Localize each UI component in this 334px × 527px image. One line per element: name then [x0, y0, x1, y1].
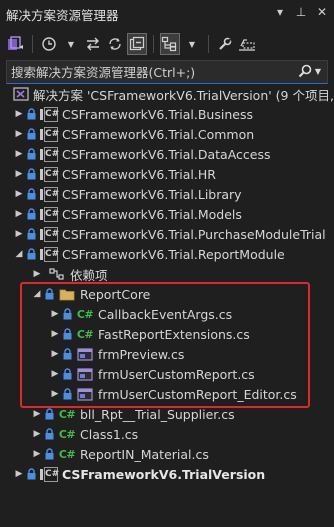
project-label: CSFrameworkV6.Trial.Models	[62, 206, 242, 222]
solution-label: 解决方案 'CSFrameworkV6.TrialVersion' (9 个项目…	[33, 87, 334, 103]
csharp-project-icon: C#	[40, 106, 59, 122]
pending-changes-filter-button[interactable]	[39, 33, 59, 55]
file-label: ReportIN_Material.cs	[80, 446, 209, 462]
tree-project-item[interactable]: ▶ C# CSFrameworkV6.Trial.HR	[0, 164, 334, 184]
chevron-right-icon[interactable]: ▶	[14, 104, 24, 124]
close-icon[interactable]: ✕	[316, 4, 328, 20]
window-title: 解决方案资源管理器	[6, 8, 119, 23]
chevron-right-icon[interactable]: ▶	[32, 424, 42, 444]
lock-icon	[27, 208, 36, 220]
project-label: CSFrameworkV6.Trial.HR	[62, 166, 216, 182]
search-input[interactable]	[11, 63, 281, 81]
toolbar-separator	[32, 35, 33, 53]
project-label: CSFrameworkV6.Trial.Business	[62, 106, 253, 122]
toolbar: ▼ ▼	[0, 29, 334, 59]
refresh-icon	[109, 38, 121, 50]
preview-selected-items-button[interactable]	[237, 33, 257, 55]
tree-project-item[interactable]: ▶ C# CSFrameworkV6.Trial.Library	[0, 184, 334, 204]
file-label: Class1.cs	[80, 426, 139, 442]
dependencies-label: 依赖项	[70, 267, 108, 283]
file-label: bll_Rpt__Trial_Supplier.cs	[80, 406, 235, 422]
lock-icon	[27, 248, 36, 260]
properties-button[interactable]	[215, 33, 235, 55]
csharp-file-icon: C#	[58, 407, 76, 421]
tree-project-item[interactable]: ▶ C# CSFrameworkV6.Trial.Business	[0, 104, 334, 124]
csharp-project-icon: C#	[40, 126, 59, 142]
tree-project-item[interactable]: ▶ C# CSFrameworkV6.Trial.PurchaseModuleT…	[0, 224, 334, 244]
tree-dependencies[interactable]: ▶ 依赖项	[0, 264, 334, 284]
project-label: CSFrameworkV6.Trial.PurchaseModuleTrial	[62, 226, 326, 242]
search-icon	[298, 64, 312, 78]
tree-solution-root[interactable]: 解决方案 'CSFrameworkV6.TrialVersion' (9 个项目…	[0, 84, 334, 104]
preview-pane-icon	[239, 39, 255, 51]
lock-icon	[27, 168, 36, 180]
show-all-files-button[interactable]	[160, 33, 180, 55]
lock-icon	[27, 148, 36, 160]
history-clock-icon	[42, 37, 56, 51]
chevron-right-icon[interactable]: ▶	[14, 124, 24, 144]
switch-views-button[interactable]	[6, 33, 26, 55]
lock-icon	[27, 228, 36, 240]
tree-project-item[interactable]: ▶ C# CSFrameworkV6.Trial.Models	[0, 204, 334, 224]
lock-icon	[45, 428, 54, 440]
lock-icon	[27, 108, 36, 120]
chevron-right-icon[interactable]: ▶	[14, 164, 24, 184]
lock-icon	[27, 468, 36, 480]
chevron-down-icon: ▼	[314, 66, 321, 76]
search-box[interactable]: ▼	[6, 60, 328, 84]
csharp-project-icon: C#	[40, 246, 59, 262]
collapse-all-icon	[129, 36, 145, 51]
csharp-project-icon: C#	[40, 166, 59, 182]
lock-icon	[45, 448, 54, 460]
chevron-down-icon[interactable]: ◢	[14, 244, 24, 264]
tree-file-item[interactable]: ▶ C# Class1.cs	[0, 424, 334, 444]
chevron-right-icon[interactable]: ▶	[14, 144, 24, 164]
pin-icon[interactable]: ⊥	[295, 4, 307, 20]
lock-icon	[27, 128, 36, 140]
project-label: CSFrameworkV6.Trial.Common	[62, 126, 255, 142]
chevron-right-icon[interactable]: ▶	[14, 204, 24, 224]
tree-file-item[interactable]: ▶ C# ReportIN_Material.cs	[0, 444, 334, 464]
tree-project-item[interactable]: ▶ C# CSFrameworkV6.Trial.DataAccess	[0, 144, 334, 164]
highlight-box	[20, 282, 310, 408]
solution-icon	[13, 86, 29, 102]
project-label: CSFrameworkV6.Trial.ReportModule	[62, 246, 285, 262]
dropdown-icon[interactable]: ▾	[274, 4, 286, 20]
lock-icon	[27, 188, 36, 200]
toolbar-separator	[153, 35, 154, 53]
chevron-right-icon[interactable]: ▶	[14, 464, 24, 484]
title-bar: 解决方案资源管理器 ▾ ⊥ ✕	[0, 0, 334, 27]
project-label: CSFrameworkV6.Trial.DataAccess	[62, 146, 271, 162]
chevron-right-icon[interactable]: ▶	[14, 224, 24, 244]
title-controls: ▾ ⊥ ✕	[274, 4, 328, 20]
csharp-file-icon: C#	[58, 447, 76, 461]
csharp-project-icon: C#	[40, 146, 59, 162]
toolbar-separator	[208, 35, 209, 53]
show-all-files-icon	[161, 36, 177, 52]
tree-project-item[interactable]: ▶ C# CSFrameworkV6.Trial.Common	[0, 124, 334, 144]
view-dropdown-arrow[interactable]: ▼	[182, 33, 202, 55]
csharp-project-icon: C#	[40, 466, 59, 482]
tree-project-startup[interactable]: ▶ C# CSFrameworkV6.TrialVersion	[0, 464, 334, 484]
collapse-all-button[interactable]	[127, 33, 147, 55]
chevron-right-icon[interactable]: ▶	[32, 264, 42, 284]
chevron-right-icon[interactable]: ▶	[32, 444, 42, 464]
wrench-icon	[219, 37, 232, 50]
dependencies-icon	[48, 266, 66, 282]
project-label: CSFrameworkV6.TrialVersion	[62, 466, 266, 482]
project-label: CSFrameworkV6.Trial.Library	[62, 186, 242, 202]
tree-project-report-module[interactable]: ◢ C# CSFrameworkV6.Trial.ReportModule	[0, 244, 334, 264]
csharp-project-icon: C#	[40, 226, 59, 242]
search-options-button[interactable]: ▼	[298, 64, 321, 78]
csharp-project-icon: C#	[40, 206, 59, 222]
sync-arrows-icon	[87, 37, 99, 51]
refresh-button[interactable]	[105, 33, 125, 55]
sync-with-document-button[interactable]	[83, 33, 103, 55]
chevron-right-icon[interactable]: ▶	[14, 184, 24, 204]
csharp-file-icon: C#	[58, 427, 76, 441]
filter-dropdown-arrow[interactable]: ▼	[61, 33, 81, 55]
csharp-project-icon: C#	[40, 186, 59, 202]
switch-views-icon	[8, 36, 23, 50]
lock-icon	[45, 408, 54, 420]
